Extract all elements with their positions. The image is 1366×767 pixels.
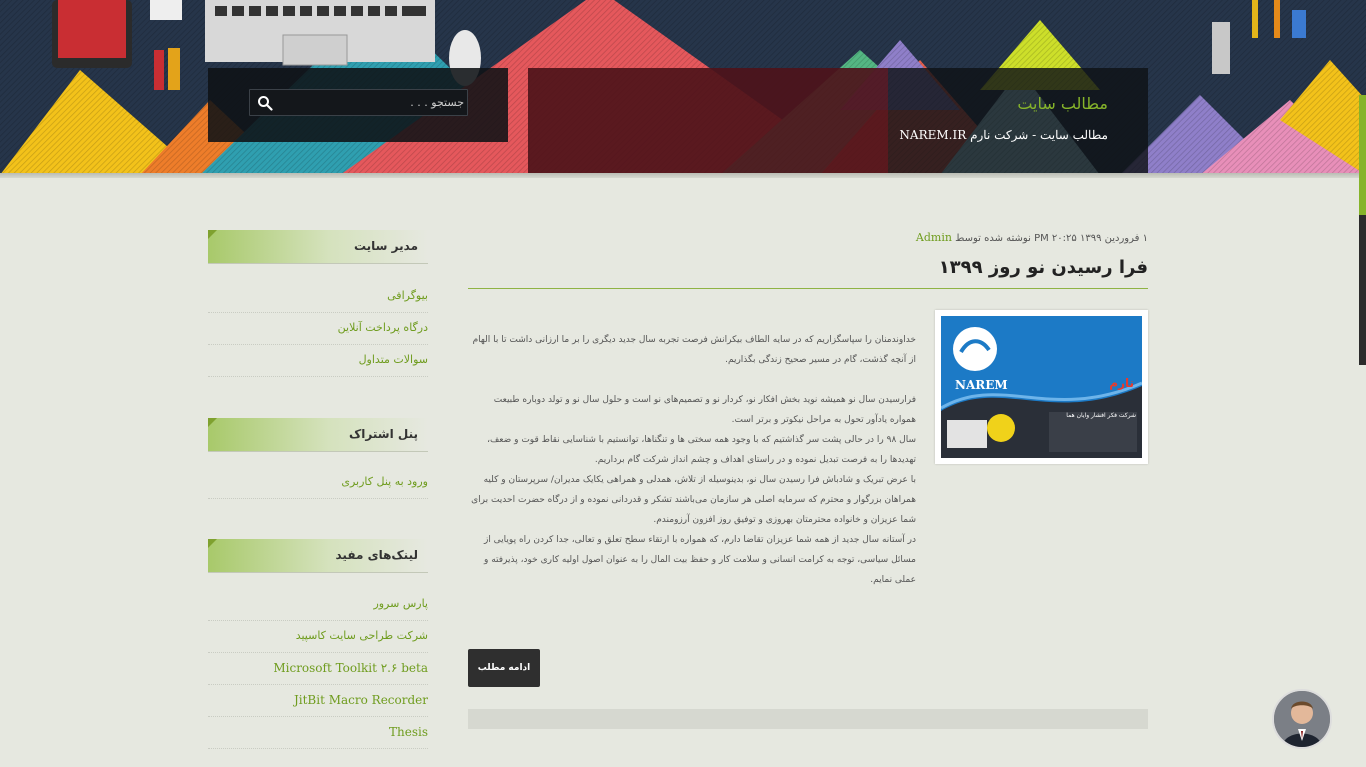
widget-title-text: لینک‌های مفید [335,548,419,562]
sidebar-link-text[interactable]: پارس سرور [373,597,428,610]
post-separator [468,709,1148,729]
sidebar-link-pars-server: پارس سرور [208,589,428,621]
thumbnail-brand-text: نارم [1109,376,1134,390]
post-paragraph: در آستانه سال جدید از همه شما عزیزان تقا… [483,535,916,585]
site-title[interactable]: مطالب سایت [1017,94,1108,113]
widget-title-text: مدیر سایت [353,239,418,253]
thumbnail-caption: شرکت فکر افشار وایان هما [1066,412,1136,419]
post-paragraph: خداوندمنان را سپاسگزاریم که در سایه الطا… [472,335,916,365]
post-paragraph: سال ۹۸ را در حالی پشت سر گذاشتیم که با و… [487,435,916,465]
sidebar-link-user-panel: ورود به پنل کاربری [208,467,428,499]
widget-notch [208,418,217,427]
scroll-rail[interactable] [1359,95,1366,365]
post-excerpt: خداوندمنان را سپاسگزاریم که در سایه الطا… [468,330,916,590]
search-box [249,89,468,116]
site-header: مطالب سایت مطالب سایت - شرکت نارم NAREM.… [0,0,1366,175]
sidebar-link-text[interactable]: ورود به پنل کاربری [341,475,428,488]
post-date: ۱ فروردین ۱۳۹۹ ۲۰:۲۵ PM نوشته شده توسط [955,233,1148,244]
read-more-button[interactable]: ادامه مطلب [468,649,540,687]
widget-title-useful-links: لینک‌های مفید [208,539,428,573]
widget-title-text: پنل اشتراک [349,427,418,441]
widget-notch [208,230,217,239]
sidebar-link-biography: بیوگرافی [208,281,428,313]
post-paragraph: با عرض تبریک و شادباش فرا رسیدن سال نو، … [471,475,916,525]
sidebar-link-text[interactable]: JitBit Macro Recorder [294,693,428,707]
thumbnail-logo-text: NAREM [955,378,1008,392]
sidebar-link-jitbit: JitBit Macro Recorder [208,685,428,717]
sidebar-link-kaspid: شرکت طراحی سایت کاسپید [208,621,428,653]
sidebar-link-text[interactable]: سوالات متداول [359,353,428,366]
title-divider [468,288,1148,289]
sidebar-link-ms-toolkit: Microsoft Toolkit ۲.۶ beta [208,653,428,685]
sidebar-link-payment: درگاه پرداخت آنلاین [208,313,428,345]
sidebar-link-text[interactable]: بیوگرافی [387,289,428,302]
sidebar-link-text[interactable]: Thesis [389,725,428,739]
post-thumbnail[interactable]: NAREM نارم شرکت فکر افشار وایان هما [935,310,1148,464]
header-accent-panel [528,68,888,175]
widget-title-subscription: پنل اشتراک [208,418,428,452]
search-input[interactable] [278,90,464,115]
avatar-icon [1274,691,1330,747]
post-meta: ۱ فروردین ۱۳۹۹ ۲۰:۲۵ PM نوشته شده توسط A… [916,231,1148,244]
post-author-link[interactable]: Admin [916,231,952,244]
sidebar-link-text[interactable]: درگاه پرداخت آنلاین [338,321,428,334]
thumbnail-image: NAREM نارم شرکت فکر افشار وایان هما [941,316,1142,458]
widget-notch [208,539,217,548]
chat-avatar[interactable] [1272,689,1332,749]
post-title[interactable]: فرا رسیدن نو روز ۱۳۹۹ [939,257,1148,278]
sidebar-link-text[interactable]: شرکت طراحی سایت کاسپید [296,629,428,642]
header-divider [0,173,1366,178]
post-paragraph: فرارسیدن سال نو همیشه نوید بخش افکار نو،… [493,395,916,425]
sidebar-link-faq: سوالات متداول [208,345,428,377]
sidebar-link-text[interactable]: Microsoft Toolkit ۲.۶ beta [273,661,428,675]
site-description: مطالب سایت - شرکت نارم NAREM.IR [899,128,1108,142]
search-icon[interactable] [257,95,273,111]
sidebar-link-thesis: Thesis [208,717,428,749]
widget-title-site-manager: مدیر سایت [208,230,428,264]
